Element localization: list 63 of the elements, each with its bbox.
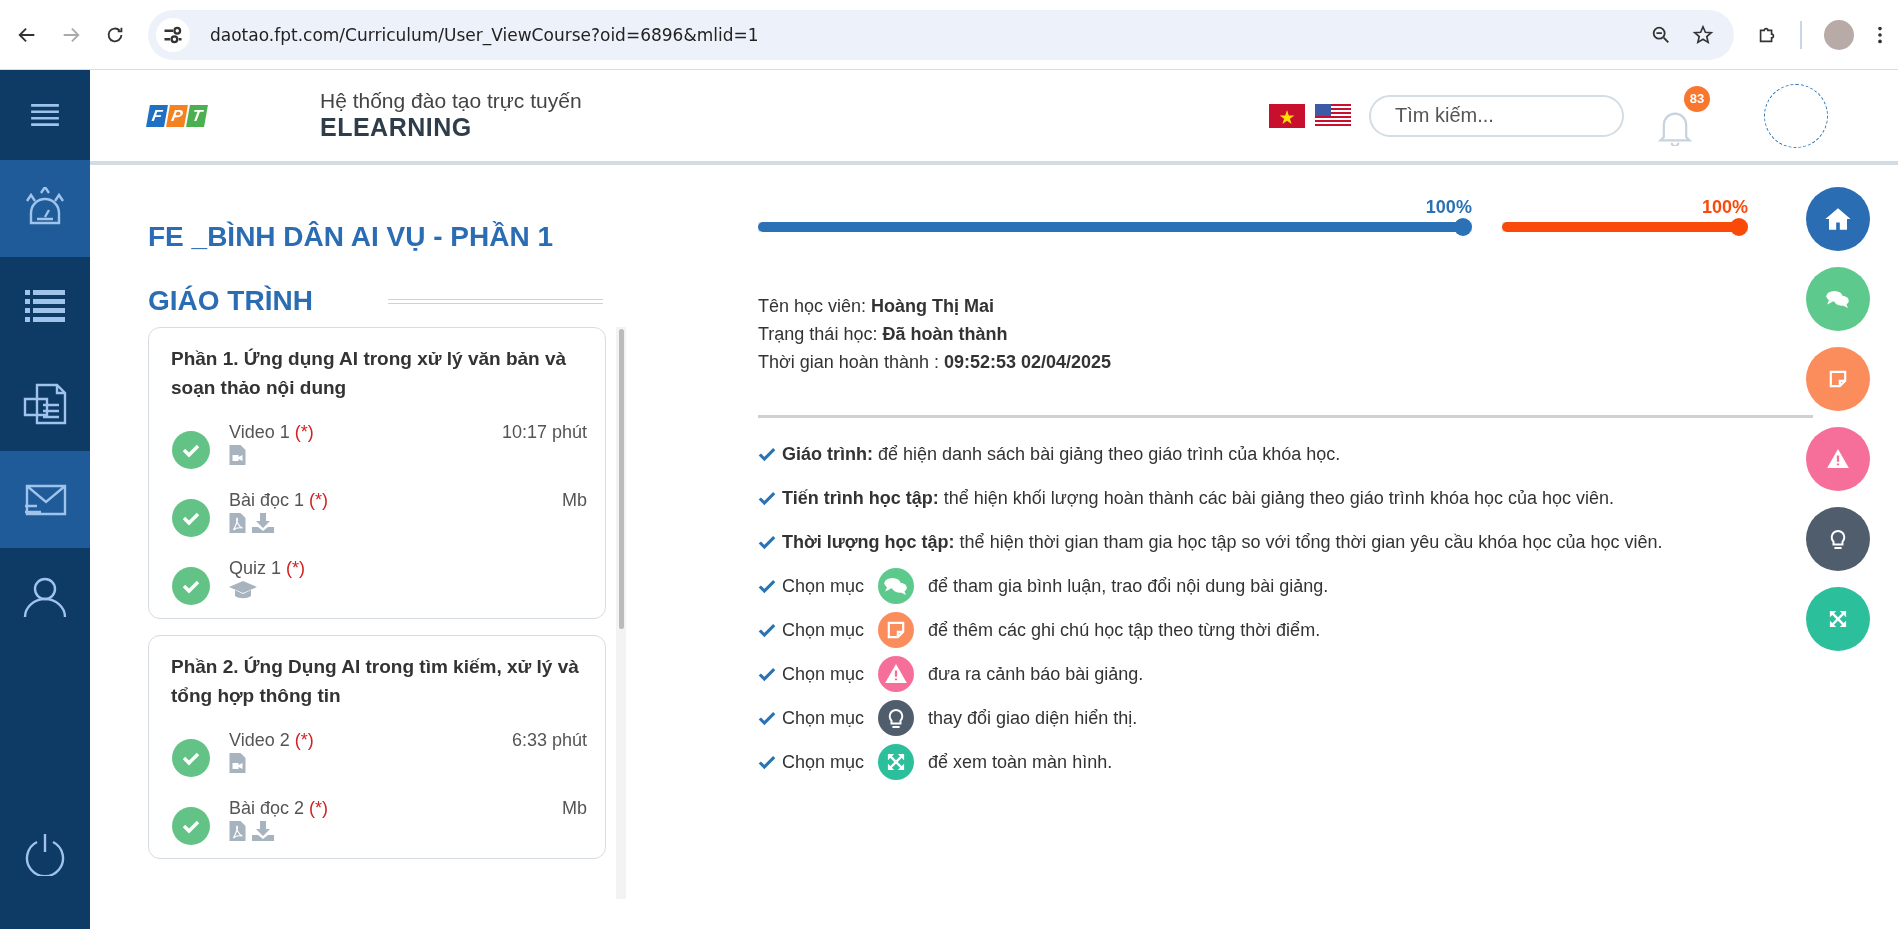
vietnam-flag-icon[interactable] [1269, 103, 1305, 128]
scrollbar[interactable] [616, 327, 626, 899]
legend-label: Chọn mục [782, 707, 865, 729]
student-info: Thời gian hoàn thành : 09:52:53 02/04/2025 [758, 352, 1113, 373]
checkmark-icon [758, 754, 776, 770]
graduation-cap-icon[interactable] [229, 581, 257, 599]
section-title: Phần 1. Ứng dụng AI trong xử lý văn bản và soạn thảo nội dung [171, 347, 568, 400]
star-icon[interactable] [1692, 23, 1714, 46]
site-subtitle: Hệ thống đào tạo trực tuyến [320, 89, 582, 113]
legend-label: Chọn mục [782, 751, 865, 773]
legend-text: đưa ra cảnh báo bài giảng. [928, 663, 1144, 685]
legend-label: Chọn mục [782, 619, 865, 641]
lesson-meta: 10:17 phút [501, 422, 587, 443]
legend-text: để tham gia bình luận, trao đổi nội dung bài giảng. [928, 575, 1329, 597]
legend-text: Thời lượng học tập: thể hiện thời gian tham gia học tập so với tổng thời gian yêu cầu khóa học của học viên. [782, 531, 1663, 553]
progress-percentage: 100% [1701, 197, 1748, 218]
lesson-title[interactable]: Bài đọc 2 (*) [229, 798, 329, 819]
legend-label: Chọn mục [782, 663, 865, 685]
lesson-meta: 6:33 phút [511, 730, 587, 751]
checkmark-icon [758, 710, 776, 726]
lesson-title[interactable]: Quiz 1 (*) [229, 558, 306, 579]
checkmark-icon [758, 578, 776, 594]
legend-text: để thêm các ghi chú học tập theo từng thời điểm. [928, 619, 1321, 641]
legend-text: để xem toàn màn hình. [928, 751, 1113, 773]
checkmark-icon [758, 490, 776, 506]
url-text: daotao.fpt.com/Curriculum/User_ViewCourse?oid=6896&mlid=1 [210, 24, 760, 45]
lesson-title[interactable]: Video 1 (*) [229, 422, 314, 443]
legend-label: Chọn mục [782, 575, 865, 597]
power-icon [23, 832, 67, 876]
lesson-title[interactable]: Bài đọc 1 (*) [229, 490, 329, 511]
notification-badge: 83 [1684, 85, 1710, 112]
pdf-file-icon[interactable] [229, 513, 246, 533]
menu-icon [29, 102, 61, 128]
legend-text: thay đổi giao diện hiển thị. [928, 707, 1138, 729]
site-title: ELEARNING [320, 113, 473, 142]
checkmark-icon [758, 666, 776, 682]
lesson-title[interactable]: Video 2 (*) [229, 730, 314, 751]
download-icon[interactable] [252, 513, 274, 533]
download-icon[interactable] [252, 821, 274, 841]
sidebar-item[interactable] [0, 160, 90, 257]
checkmark-icon [758, 446, 776, 462]
lesson-meta: Mb [562, 798, 587, 819]
curriculum-heading: GIÁO TRÌNH [148, 285, 313, 317]
checkmark-icon [758, 622, 776, 638]
site-settings-icon[interactable] [156, 17, 190, 52]
legend-text: Tiến trình học tập: thể hiện khối lượng hoàn thành các bài giảng theo giáo trình khóa học của học viên. [782, 487, 1614, 509]
section-title: Phần 2. Ứng Dụng AI trong tìm kiếm, xử lý và tổng hợp thông tin [171, 655, 580, 708]
legend-text: Giáo trình: để hiện danh sách bài giảng theo giáo trình của khóa học. [782, 443, 1341, 465]
student-info: Trạng thái học: Đã hoàn thành [758, 324, 1009, 345]
fpt-logo: F P T [148, 104, 206, 127]
search-field[interactable]: Tìm kiếm... [1369, 94, 1624, 137]
us-flag-icon[interactable] [1315, 103, 1351, 128]
checkmark-icon [758, 534, 776, 550]
lesson-meta: Mb [562, 490, 587, 511]
profile-avatar[interactable] [1824, 19, 1854, 50]
address-bar[interactable]: daotao.fpt.com/Curriculum/User_ViewCourse?oid=6896&mlid=1 [148, 9, 1734, 60]
video-file-icon[interactable] [229, 753, 246, 773]
course-title: FE _BÌNH DÂN AI VỤ - PHẦN 1 [148, 221, 554, 253]
video-file-icon[interactable] [229, 445, 246, 465]
pdf-file-icon[interactable] [229, 821, 246, 841]
student-info: Tên học viên: Hoàng Thị Mai [758, 296, 996, 317]
sidebar-item[interactable] [0, 451, 90, 548]
progress-percentage: 100% [1425, 197, 1472, 218]
